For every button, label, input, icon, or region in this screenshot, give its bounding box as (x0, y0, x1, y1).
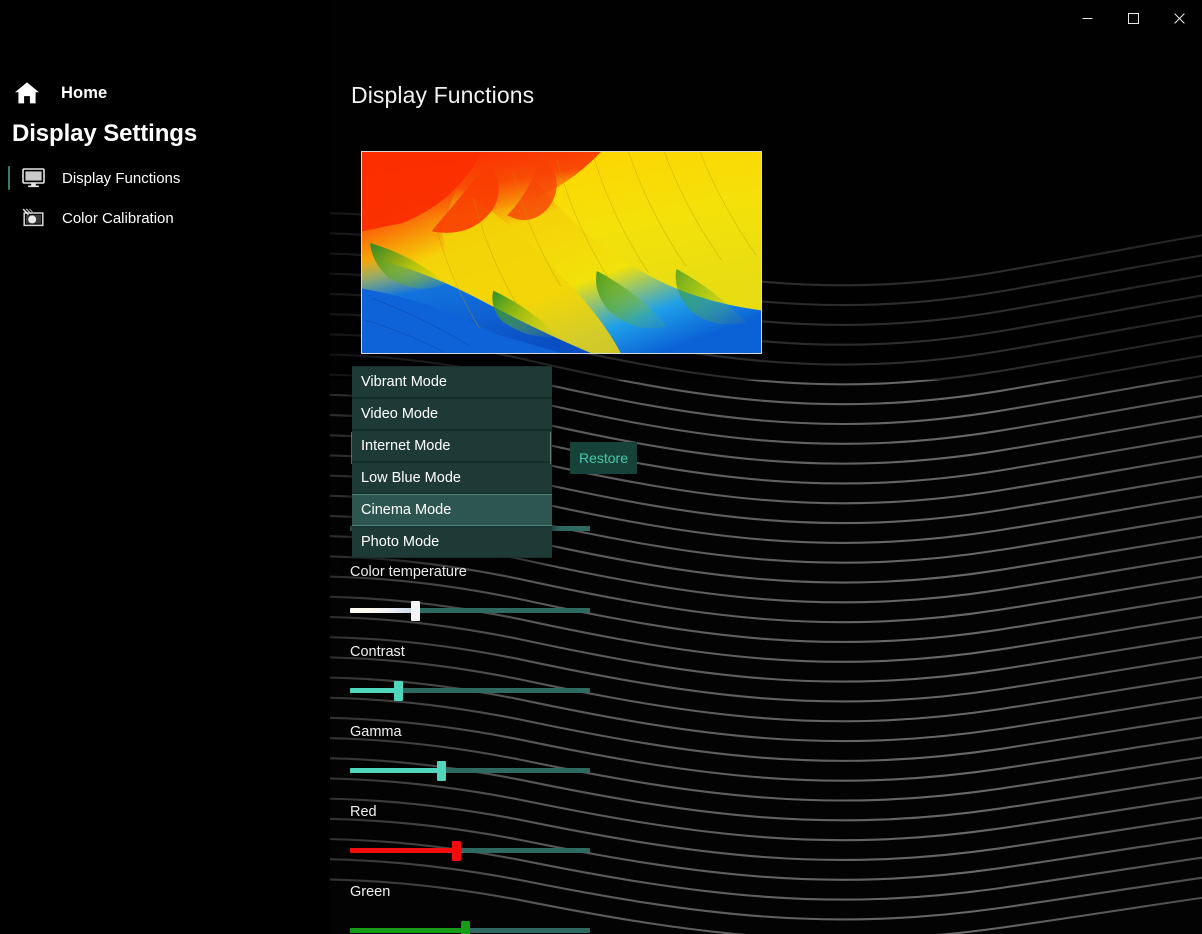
slider-label: Color temperature (350, 564, 467, 580)
maximize-button[interactable] (1110, 0, 1156, 36)
slider-block: Green (350, 882, 610, 934)
slider-label: Gamma (350, 724, 402, 740)
dropdown-option-label: Low Blue Mode (361, 470, 461, 486)
combobox-edge-right (550, 432, 551, 464)
slider-color-temperature[interactable] (350, 601, 590, 621)
slider-block: Contrast (350, 642, 610, 701)
main-content: Display Functions Color temperature Cont… (330, 0, 1202, 934)
slider-green[interactable] (350, 921, 590, 934)
slider-label: Green (350, 884, 391, 900)
home-label: Home (61, 83, 108, 102)
home-nav-button[interactable]: Home (8, 76, 107, 110)
slider-thumb[interactable] (451, 841, 461, 861)
slider-block: Color temperature (350, 562, 610, 621)
combobox-edge-left (351, 432, 352, 464)
sidebar-item-label: Display Functions (62, 169, 181, 187)
home-icon (12, 81, 42, 105)
dropdown-option-label: Vibrant Mode (361, 374, 447, 390)
dropdown-option-vibrant-mode[interactable]: Vibrant Mode (352, 366, 552, 398)
slider-contrast[interactable] (350, 681, 590, 701)
selection-indicator (8, 166, 10, 190)
dropdown-option-label: Internet Mode (361, 438, 451, 454)
slider-fill (350, 768, 442, 773)
dropdown-option-photo-mode[interactable]: Photo Mode (352, 526, 552, 558)
dropdown-option-internet-mode[interactable]: Internet Mode (352, 430, 552, 462)
slider-label: Contrast (350, 644, 405, 660)
slider-fill (350, 688, 398, 693)
dropdown-option-cinema-mode[interactable]: Cinema Mode (352, 494, 552, 526)
dropdown-option-label: Video Mode (361, 406, 439, 422)
slider-block: Red (350, 802, 610, 861)
display-preview-image (361, 151, 762, 354)
slider-block: Gamma (350, 722, 610, 781)
slider-thumb[interactable] (437, 761, 447, 781)
close-icon (1173, 12, 1185, 24)
slider-label: Red (350, 804, 377, 820)
slider-fill (350, 608, 415, 613)
sidebar: Home Display Settings Display Functions (0, 0, 330, 934)
close-button[interactable] (1156, 0, 1202, 36)
dropdown-option-low-blue-mode[interactable]: Low Blue Mode (352, 462, 552, 494)
page-title: Display Functions (351, 82, 535, 108)
dropdown-option-label: Photo Mode (361, 534, 440, 550)
display-mode-dropdown[interactable]: Vibrant Mode Video Mode Internet Mode Low B… (352, 366, 552, 558)
slider-fill (350, 848, 456, 853)
monitor-icon (18, 168, 48, 188)
maximize-icon (1127, 12, 1139, 24)
minimize-button[interactable] (1064, 0, 1110, 36)
window-title-bar (0, 0, 1202, 36)
sidebar-item-label: Color Calibration (62, 209, 174, 227)
slider-thumb[interactable] (410, 601, 420, 621)
slider-thumb[interactable] (394, 681, 403, 701)
slider-red[interactable] (350, 841, 590, 861)
dropdown-option-video-mode[interactable]: Video Mode (352, 398, 552, 430)
sidebar-item-display-functions[interactable]: Display Functions (8, 159, 318, 197)
dropdown-option-label: Cinema Mode (361, 502, 452, 518)
minimize-icon (1082, 17, 1092, 19)
slider-thumb[interactable] (461, 921, 471, 934)
restore-button[interactable]: Restore (570, 442, 637, 474)
sidebar-section-title: Display Settings (12, 120, 198, 147)
color-palette-icon (18, 208, 48, 228)
slider-fill (350, 928, 466, 933)
sidebar-item-color-calibration[interactable]: Color Calibration (8, 199, 318, 237)
slider-gamma[interactable] (350, 761, 590, 781)
display-settings-window: Home Display Settings Display Functions (0, 0, 1202, 934)
